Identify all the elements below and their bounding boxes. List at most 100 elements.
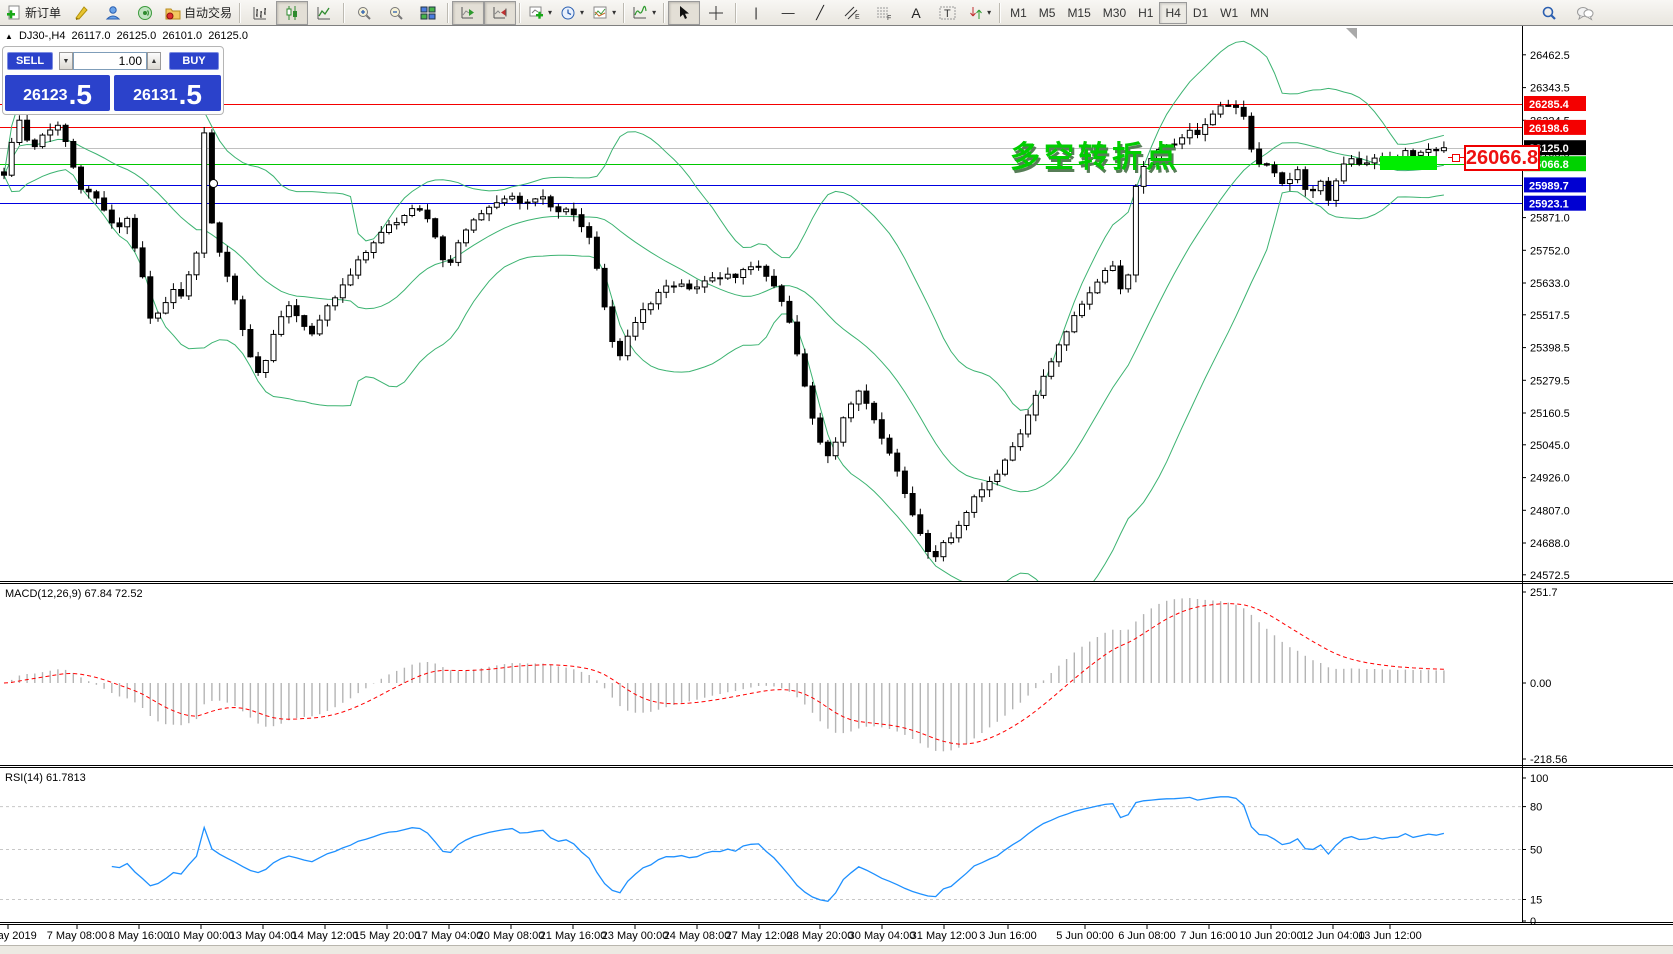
chart-shift-marker[interactable] [1346,28,1357,39]
buy-price-button[interactable]: 26131 .5 [114,75,221,111]
timeframe-m15[interactable]: M15 [1061,2,1096,24]
timeframe-h4[interactable]: H4 [1159,2,1186,24]
label-tool-button[interactable]: T [932,1,964,25]
bar-chart-mode-button[interactable] [244,1,276,25]
volume-increase-button[interactable]: ▲ [147,52,161,70]
new-chart-icon [528,5,544,21]
sell-button[interactable]: SELL [7,52,53,70]
macd-indicator-label: MACD(12,26,9) 67.84 72.52 [5,588,143,600]
auto-trading-button[interactable]: 自动交易 [161,1,236,25]
time-axis-label: 17 May 04:00 [416,930,483,942]
time-axis-label: 24 May 08:00 [664,930,731,942]
candle-chart-mode-button[interactable] [276,1,308,25]
auto-trading-icon [165,5,181,21]
dropdown-arrow-icon: ▾ [987,8,991,17]
highlight-rectangle[interactable] [1380,156,1437,170]
zoom-out-button[interactable] [380,1,412,25]
signals-button[interactable] [129,1,161,25]
auto-scroll-button[interactable] [452,1,484,25]
price-tick-label: 25045.0 [1530,440,1570,452]
time-axis-label: 20 May 08:00 [478,930,545,942]
price-callout-box[interactable]: 26066.8 [1464,145,1540,171]
close-value: 26125.0 [208,30,248,42]
time-axis-label: 3 Jun 16:00 [979,930,1037,942]
new-order-button[interactable]: 新订单 [2,1,65,25]
text-icon: A [911,5,920,21]
bollinger-band-mid [4,139,1444,491]
highlighter-icon [73,5,89,21]
buy-button[interactable]: BUY [169,52,219,70]
community-button[interactable] [97,1,129,25]
template-icon [592,5,608,21]
sell-price-button[interactable]: 26123 .5 [5,75,110,111]
price-badge-label: 25923.1 [1529,199,1569,211]
buy-price-frac: .5 [179,81,202,109]
arrows-icon [969,5,983,21]
trendline-tool-button[interactable]: ╱ [804,1,836,25]
vertical-line-tool-button[interactable]: | [740,1,772,25]
chart-shift-button[interactable] [484,1,516,25]
zoom-out-icon [388,5,404,21]
line-chart-mode-button[interactable] [308,1,340,25]
timeframe-w1[interactable]: W1 [1214,2,1244,24]
search-button[interactable] [1533,1,1565,25]
chart-area[interactable]: 26462.526343.526224.526105.525871.025752… [0,0,1673,954]
panel-collapse-arrow[interactable]: ▲ [5,32,13,41]
clock-icon [560,5,576,21]
time-axis-label: 15 May 20:00 [354,930,421,942]
tile-windows-button[interactable] [412,1,444,25]
timeframe-mn[interactable]: MN [1244,2,1275,24]
templates-button[interactable]: ▾ [588,1,620,25]
sell-price-frac: .5 [69,81,92,109]
time-axis-label: 6 Jun 08:00 [1118,930,1176,942]
timeframe-h1[interactable]: H1 [1132,2,1159,24]
time-axis-label: 12 Jun 04:00 [1301,930,1365,942]
fibonacci-icon: F [875,5,893,21]
callout-anchor-square [1452,154,1460,162]
timeframe-m30[interactable]: M30 [1097,2,1132,24]
line-chart-icon [316,5,332,21]
fibonacci-tool-button[interactable]: F [868,1,900,25]
svg-text:F: F [887,15,891,21]
horizontal-line-tool-button[interactable]: — [772,1,804,25]
channel-tool-button[interactable]: E [836,1,868,25]
chart-annotation-text[interactable]: 多空转折点 [1010,132,1180,176]
timeframe-d1[interactable]: D1 [1187,2,1214,24]
time-axis-label: 7 May 08:00 [47,930,108,942]
new-chart-button[interactable]: ▾ [524,1,556,25]
periods-button[interactable]: ▾ [556,1,588,25]
text-tool-button[interactable]: A [900,1,932,25]
search-icon [1541,5,1557,21]
price-tick-label: 25398.5 [1530,343,1570,355]
volume-input[interactable]: 1.00 [73,52,147,70]
timeframe-m1[interactable]: M1 [1004,2,1033,24]
vertical-line-icon: | [754,5,757,20]
auto-scroll-icon [460,5,476,21]
time-axis-label: 6 May 2019 [0,930,37,942]
toolbar-separator [735,3,737,23]
volume-decrease-button[interactable]: ▼ [59,52,73,70]
marketplace-button[interactable] [65,1,97,25]
price-tick-label: 24926.0 [1530,473,1570,485]
crosshair-tool-button[interactable] [700,1,732,25]
time-axis-label: 21 May 16:00 [540,930,607,942]
dropdown-arrow-icon: ▾ [548,8,552,17]
rsi-scale-label: 50 [1530,845,1542,857]
toolbar-separator [519,3,521,23]
time-axis-label: 13 Jun 12:00 [1358,930,1422,942]
hline-drag-handle[interactable] [209,179,218,188]
timeframe-m5[interactable]: M5 [1033,2,1062,24]
macd-scale-label: -218.56 [1530,754,1567,766]
price-tick-label: 24807.0 [1530,505,1570,517]
macd-scale-label: 251.7 [1530,587,1558,599]
indicators-icon [632,5,648,21]
cursor-tool-button[interactable] [668,1,700,25]
time-axis-label: 7 Jun 16:00 [1180,930,1238,942]
zoom-in-button[interactable] [348,1,380,25]
svg-text:E: E [855,14,860,21]
arrows-tool-button[interactable]: ▾ [964,1,996,25]
indicators-button[interactable]: ▾ [628,1,660,25]
rsi-indicator-label: RSI(14) 61.7813 [5,772,86,784]
horizontal-line-icon: — [782,5,795,20]
chat-button[interactable] [1569,1,1601,25]
